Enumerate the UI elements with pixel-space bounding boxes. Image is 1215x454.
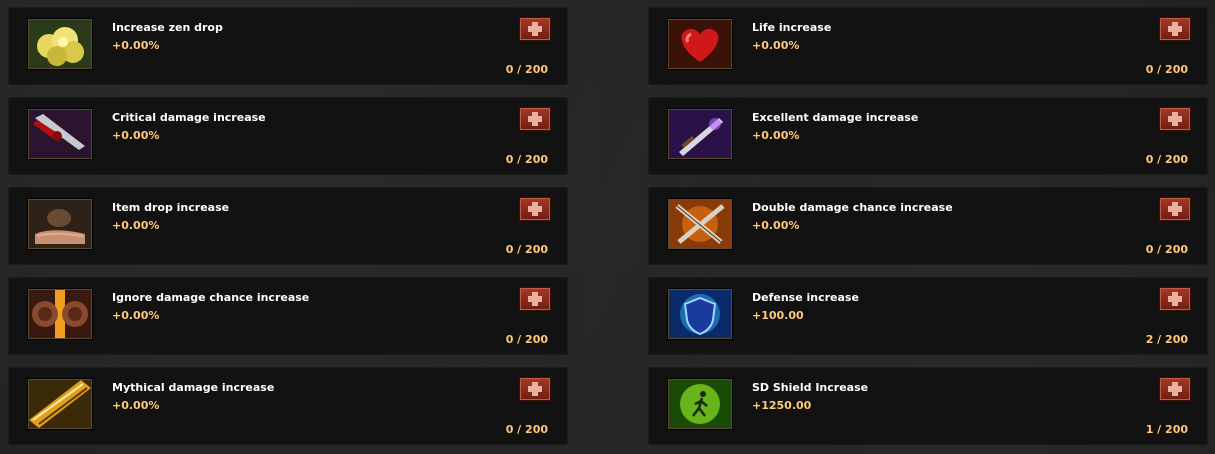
skill-points-count: 0 / 200 (505, 333, 548, 346)
skill-grid: Increase zen drop +0.00% 0 / 200 Life in… (0, 0, 1215, 454)
skill-bonus: +0.00% (752, 219, 800, 232)
skill-points-count: 2 / 200 (1145, 333, 1188, 346)
skill-bonus: +0.00% (752, 39, 800, 52)
crossed-swords-icon (668, 199, 732, 249)
add-point-button[interactable] (1159, 197, 1191, 221)
skill-name: Mythical damage increase (112, 381, 275, 394)
heart-icon (668, 19, 732, 69)
skill-points-count: 1 / 200 (1145, 423, 1188, 436)
skill-card-life: Life increase +0.00% 0 / 200 (648, 7, 1208, 85)
add-point-button[interactable] (519, 17, 551, 41)
skill-card-defense: Defense increase +100.00 2 / 200 (648, 277, 1208, 355)
skill-bonus: +0.00% (112, 219, 160, 232)
skill-points-count: 0 / 200 (1145, 63, 1188, 76)
add-point-button[interactable] (1159, 107, 1191, 131)
skill-name: Critical damage increase (112, 111, 266, 124)
skill-name: Double damage chance increase (752, 201, 953, 214)
add-point-button[interactable] (519, 197, 551, 221)
skill-card-double-damage: Double damage chance increase +0.00% 0 /… (648, 187, 1208, 265)
add-point-button[interactable] (1159, 287, 1191, 311)
skill-points-count: 0 / 200 (505, 423, 548, 436)
skill-bonus: +0.00% (752, 129, 800, 142)
skill-name: Life increase (752, 21, 832, 34)
skill-bonus: +0.00% (112, 129, 160, 142)
add-point-button[interactable] (519, 377, 551, 401)
skill-card-excellent-damage: Excellent damage increase +0.00% 0 / 200 (648, 97, 1208, 175)
skill-name: Item drop increase (112, 201, 230, 214)
skill-name: Ignore damage chance increase (112, 291, 310, 304)
skill-points-count: 0 / 200 (505, 243, 548, 256)
add-point-button[interactable] (1159, 377, 1191, 401)
skill-name: Increase zen drop (112, 21, 223, 34)
skill-bonus: +0.00% (112, 39, 160, 52)
skill-card-item-drop: Item drop increase +0.00% 0 / 200 (8, 187, 568, 265)
skill-bonus: +0.00% (112, 309, 160, 322)
skill-card-sd-shield: SD Shield Increase +1250.00 1 / 200 (648, 367, 1208, 445)
add-point-button[interactable] (519, 107, 551, 131)
bloody-blade-icon (28, 109, 92, 159)
skill-card-critical-damage: Critical damage increase +0.00% 0 / 200 (8, 97, 568, 175)
skill-card-zen-drop: Increase zen drop +0.00% 0 / 200 (8, 7, 568, 85)
hand-bag-icon (28, 199, 92, 249)
golden-blade-icon (28, 379, 92, 429)
skill-bonus: +0.00% (112, 399, 160, 412)
skill-card-ignore-damage: Ignore damage chance increase +0.00% 0 /… (8, 277, 568, 355)
skill-name: Defense increase (752, 291, 859, 304)
skill-points-count: 0 / 200 (505, 153, 548, 166)
sword-icon (668, 109, 732, 159)
skill-points-count: 0 / 200 (1145, 153, 1188, 166)
skill-points-count: 0 / 200 (505, 63, 548, 76)
skill-name: SD Shield Increase (752, 381, 869, 394)
skill-points-count: 0 / 200 (1145, 243, 1188, 256)
running-figure-icon (668, 379, 732, 429)
shield-clash-icon (28, 289, 92, 339)
add-point-button[interactable] (1159, 17, 1191, 41)
skill-card-mythical-damage: Mythical damage increase +0.00% 0 / 200 (8, 367, 568, 445)
skill-bonus: +100.00 (752, 309, 804, 322)
skill-bonus: +1250.00 (752, 399, 812, 412)
skill-name: Excellent damage increase (752, 111, 919, 124)
blue-shield-icon (668, 289, 732, 339)
zen-coins-icon (28, 19, 92, 69)
add-point-button[interactable] (519, 287, 551, 311)
